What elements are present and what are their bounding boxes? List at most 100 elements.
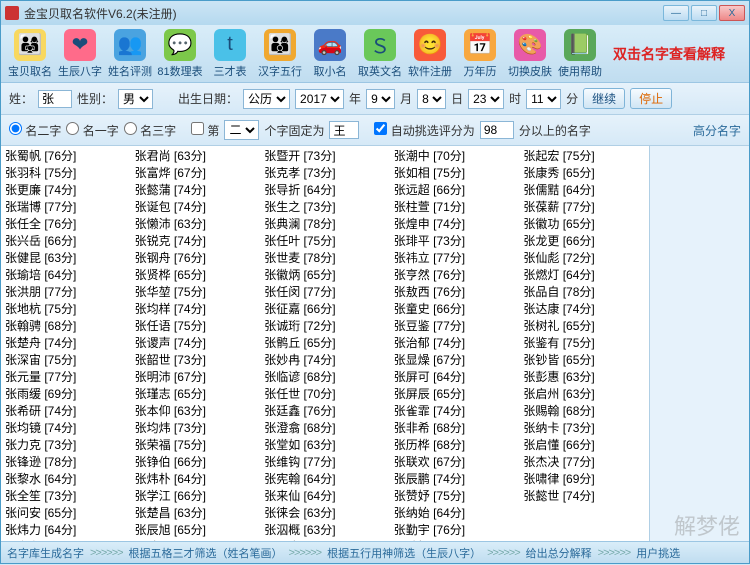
name-item[interactable]: 张瑜培 [64分] (5, 267, 127, 284)
minimize-button[interactable]: — (663, 5, 689, 21)
name-item[interactable]: 张希研 [74分] (5, 403, 127, 420)
name-item[interactable]: 张纳始 [64分] (394, 505, 516, 522)
name-item[interactable]: 张启州 [63分] (523, 386, 645, 403)
name-item[interactable]: 张啸律 [69分] (523, 471, 645, 488)
calendar-select[interactable]: 公历 (243, 89, 290, 109)
name-item[interactable]: 张韶世 [73分] (135, 352, 257, 369)
name-item[interactable]: 张生之 [73分] (264, 199, 386, 216)
name-item[interactable]: 张任全 [76分] (5, 216, 127, 233)
name-item[interactable]: 张均镜 [74分] (5, 420, 127, 437)
toolbar-取英文名[interactable]: Ｓ取英文名 (355, 29, 405, 79)
name-item[interactable]: 张赞妤 [75分] (394, 488, 516, 505)
name-item[interactable]: 张元量 [77分] (5, 369, 127, 386)
name-item[interactable]: 张炜朴 [64分] (135, 471, 257, 488)
name-list[interactable]: 张蜀帆 [76分]张羽科 [75分]张更廉 [74分]张瑞博 [77分]张任全 … (1, 146, 649, 541)
name-item[interactable]: 张更廉 [74分] (5, 182, 127, 199)
name-item[interactable]: 张煌申 [74分] (394, 216, 516, 233)
name-item[interactable]: 张君尚 [63分] (135, 148, 257, 165)
score-input[interactable] (480, 121, 514, 139)
name-item[interactable]: 张明沛 [67分] (135, 369, 257, 386)
name-item[interactable]: 张京存 [76分] (5, 539, 127, 541)
name-item[interactable]: 张诞包 [74分] (135, 199, 257, 216)
name-item[interactable]: 张仙彪 [72分] (523, 250, 645, 267)
name-item[interactable]: 张任语 [75分] (135, 318, 257, 335)
name-item[interactable]: 张亨然 [76分] (394, 267, 516, 284)
name-item[interactable]: 张妙冉 [74分] (264, 352, 386, 369)
name-item[interactable]: 张如相 [75分] (394, 165, 516, 182)
name-item[interactable]: 张洪朋 [77分] (5, 284, 127, 301)
name-item[interactable]: 张杰决 [77分] (523, 454, 645, 471)
name-item[interactable]: 张征嘉 [66分] (264, 301, 386, 318)
name-item[interactable]: 张荣福 [75分] (135, 437, 257, 454)
name-item[interactable]: 张铮伯 [66分] (135, 454, 257, 471)
surname-input[interactable] (38, 90, 72, 108)
name-item[interactable]: 张辰旭 [65分] (135, 522, 257, 539)
opt-one-char[interactable]: 名一字 (66, 122, 118, 139)
name-item[interactable]: 张达康 [74分] (523, 301, 645, 318)
name-item[interactable]: 张导折 [64分] (264, 182, 386, 199)
name-item[interactable]: 张联欢 [67分] (394, 454, 516, 471)
day-select[interactable]: 8 (417, 89, 446, 109)
name-item[interactable]: 张鹘丘 [65分] (264, 335, 386, 352)
name-item[interactable]: 张均样 [74分] (135, 301, 257, 318)
name-item[interactable]: 张世麦 [78分] (264, 250, 386, 267)
toolbar-三才表[interactable]: t三才表 (205, 29, 255, 79)
name-item[interactable]: 张均炜 [73分] (135, 420, 257, 437)
name-item[interactable]: 张来仙 [64分] (264, 488, 386, 505)
name-item[interactable]: 张瑞博 [77分] (5, 199, 127, 216)
name-item[interactable]: 张敖西 [76分] (394, 284, 516, 301)
name-item[interactable]: 张远超 [66分] (394, 182, 516, 199)
toolbar-切换皮肤[interactable]: 🎨切换皮肤 (505, 29, 555, 79)
name-item[interactable]: 张品自 [78分] (523, 284, 645, 301)
name-item[interactable]: 张维钩 [77分] (264, 454, 386, 471)
name-item[interactable]: 张燃灯 [64分] (523, 267, 645, 284)
fixed-char-input[interactable] (329, 121, 359, 139)
name-item[interactable]: 张炜力 [64分] (5, 522, 127, 539)
name-item[interactable]: 张陆泽 [68分] (135, 539, 257, 541)
name-item[interactable]: 张徽炳 [65分] (264, 267, 386, 284)
name-item[interactable]: 张懿蒲 [74分] (135, 182, 257, 199)
name-item[interactable]: 张问安 [65分] (5, 505, 127, 522)
name-item[interactable]: 张黎水 [64分] (5, 471, 127, 488)
toolbar-取小名[interactable]: 🚗取小名 (305, 29, 355, 79)
toolbar-软件注册[interactable]: 😊软件注册 (405, 29, 455, 79)
name-item[interactable]: 张屏辰 [65分] (394, 386, 516, 403)
gender-select[interactable]: 男 (118, 89, 153, 109)
toolbar-万年历[interactable]: 📅万年历 (455, 29, 505, 79)
month-select[interactable]: 9 (366, 89, 395, 109)
continue-button[interactable]: 继续 (583, 88, 625, 109)
opt-two-char[interactable]: 名二字 (9, 122, 61, 139)
name-item[interactable]: 张琲平 [73分] (394, 233, 516, 250)
name-item[interactable]: 张屏可 [64分] (394, 369, 516, 386)
name-item[interactable]: 张克孝 [73分] (264, 165, 386, 182)
name-item[interactable]: 张非希 [68分] (394, 420, 516, 437)
name-item[interactable]: 张健昆 [63分] (5, 250, 127, 267)
name-item[interactable]: 张鸿恒 [67分] (394, 539, 516, 541)
name-item[interactable]: 张锋逊 [78分] (5, 454, 127, 471)
name-item[interactable]: 张童史 [66分] (394, 301, 516, 318)
name-item[interactable]: 张临谚 [68分] (264, 369, 386, 386)
name-item[interactable]: 张显燥 [67分] (394, 352, 516, 369)
name-item[interactable]: 张勤宇 [76分] (394, 522, 516, 539)
name-item[interactable]: 张学江 [66分] (135, 488, 257, 505)
close-button[interactable]: X (719, 5, 745, 21)
name-item[interactable]: 张锐克 [74分] (135, 233, 257, 250)
minute-select[interactable]: 11 (526, 89, 561, 109)
highscore-link[interactable]: 高分名字 (693, 122, 741, 139)
opt-three-char[interactable]: 名三字 (124, 122, 176, 139)
name-item[interactable]: 张诚珩 [72分] (264, 318, 386, 335)
name-item[interactable]: 张廷鑫 [76分] (264, 403, 386, 420)
name-item[interactable]: 张治郁 [74分] (394, 335, 516, 352)
name-item[interactable]: 张瑾志 [65分] (135, 386, 257, 403)
name-item[interactable]: 张地杭 [75分] (5, 301, 127, 318)
toolbar-姓名评测[interactable]: 👥姓名评测 (105, 29, 155, 79)
stop-button[interactable]: 停止 (630, 88, 672, 109)
name-item[interactable]: 张豆鉴 [77分] (394, 318, 516, 335)
name-item[interactable]: 张钢舟 [76分] (135, 250, 257, 267)
name-item[interactable]: 张辰鹏 [74分] (394, 471, 516, 488)
toolbar-81数理表[interactable]: 💬81数理表 (155, 29, 205, 79)
name-item[interactable]: 张雨缓 [69分] (5, 386, 127, 403)
name-item[interactable]: 张彭惠 [63分] (523, 369, 645, 386)
name-item[interactable]: 张康秀 [65分] (523, 165, 645, 182)
toolbar-宝贝取名[interactable]: 👨‍👩‍👧宝贝取名 (5, 29, 55, 79)
